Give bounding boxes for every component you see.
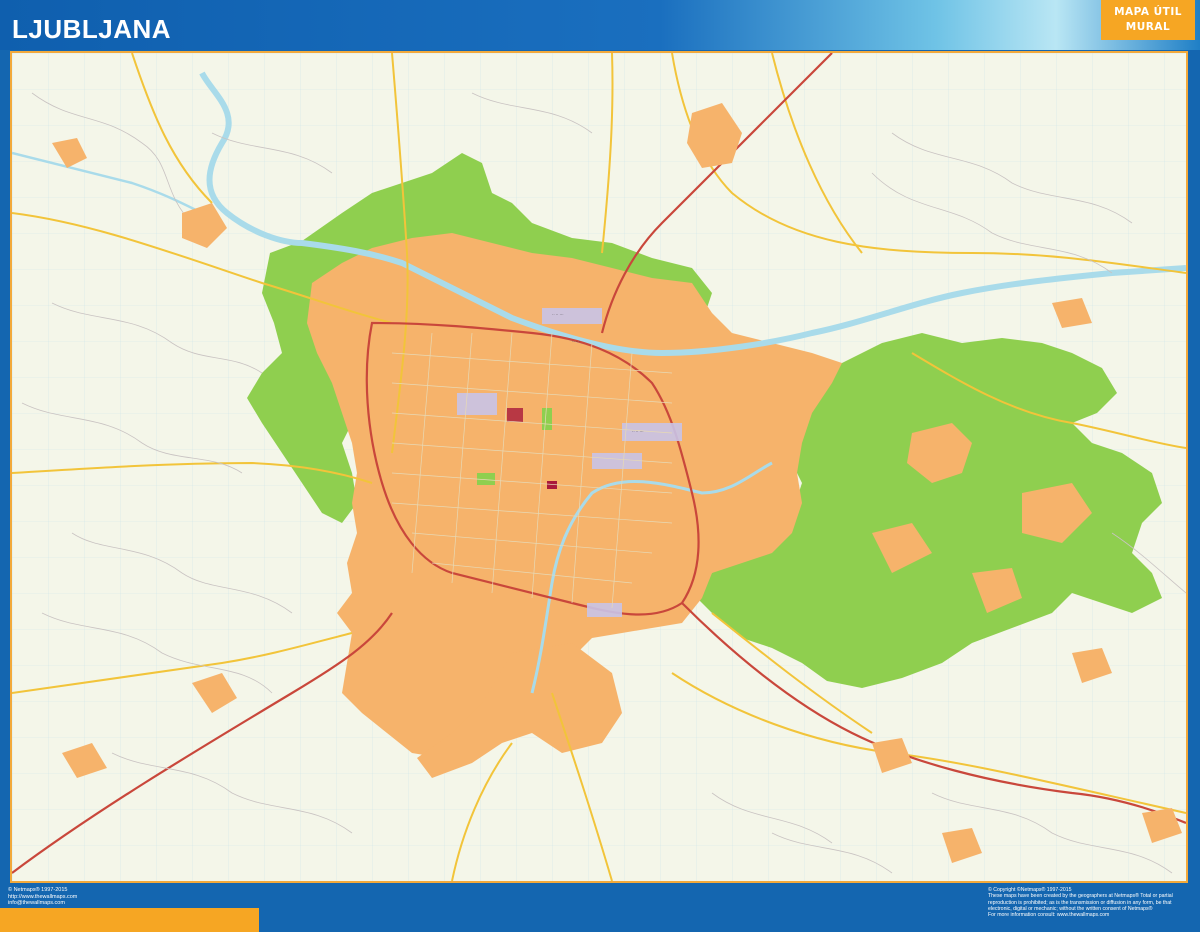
footer-right-line-3: reproduction is prohibited; as is the tr… (988, 899, 1172, 906)
map-title: LJUBLJANA (12, 14, 172, 44)
footer-accent-bar (0, 908, 259, 932)
footer-left-line-1: © Netmaps® 1997-2015 (8, 887, 68, 893)
svg-text:·· ·· ···: ·· ·· ··· (632, 429, 644, 434)
product-badge: MAPA ÚTIL MURAL (1101, 0, 1195, 40)
svg-text:·· ·· ···: ·· ·· ··· (552, 312, 564, 317)
footer-left-email-link[interactable]: info@thewallmaps.com (8, 900, 77, 907)
map-drawing: ·· ·· ··· ·· ··· ·· ·· ··· (12, 53, 1186, 881)
header-bar (0, 0, 1200, 50)
svg-text:·· ···: ·· ··· (572, 339, 580, 344)
footer-right-line-5: For more information consult: www.thewal… (988, 912, 1110, 919)
footer-left-credits: © Netmaps® 1997-2015 http://www.thewallm… (8, 887, 77, 907)
footer-right-line-2: These maps have been created by the geog… (988, 893, 1173, 900)
footer-right-copyright: © Copyright ©Netmaps® 1997-2015 These ma… (988, 887, 1193, 918)
badge-line-2: MURAL (1125, 21, 1171, 33)
map-canvas[interactable]: ·· ·· ··· ·· ··· ·· ·· ··· (10, 51, 1188, 883)
badge-line-1: MAPA ÚTIL (1114, 6, 1182, 18)
